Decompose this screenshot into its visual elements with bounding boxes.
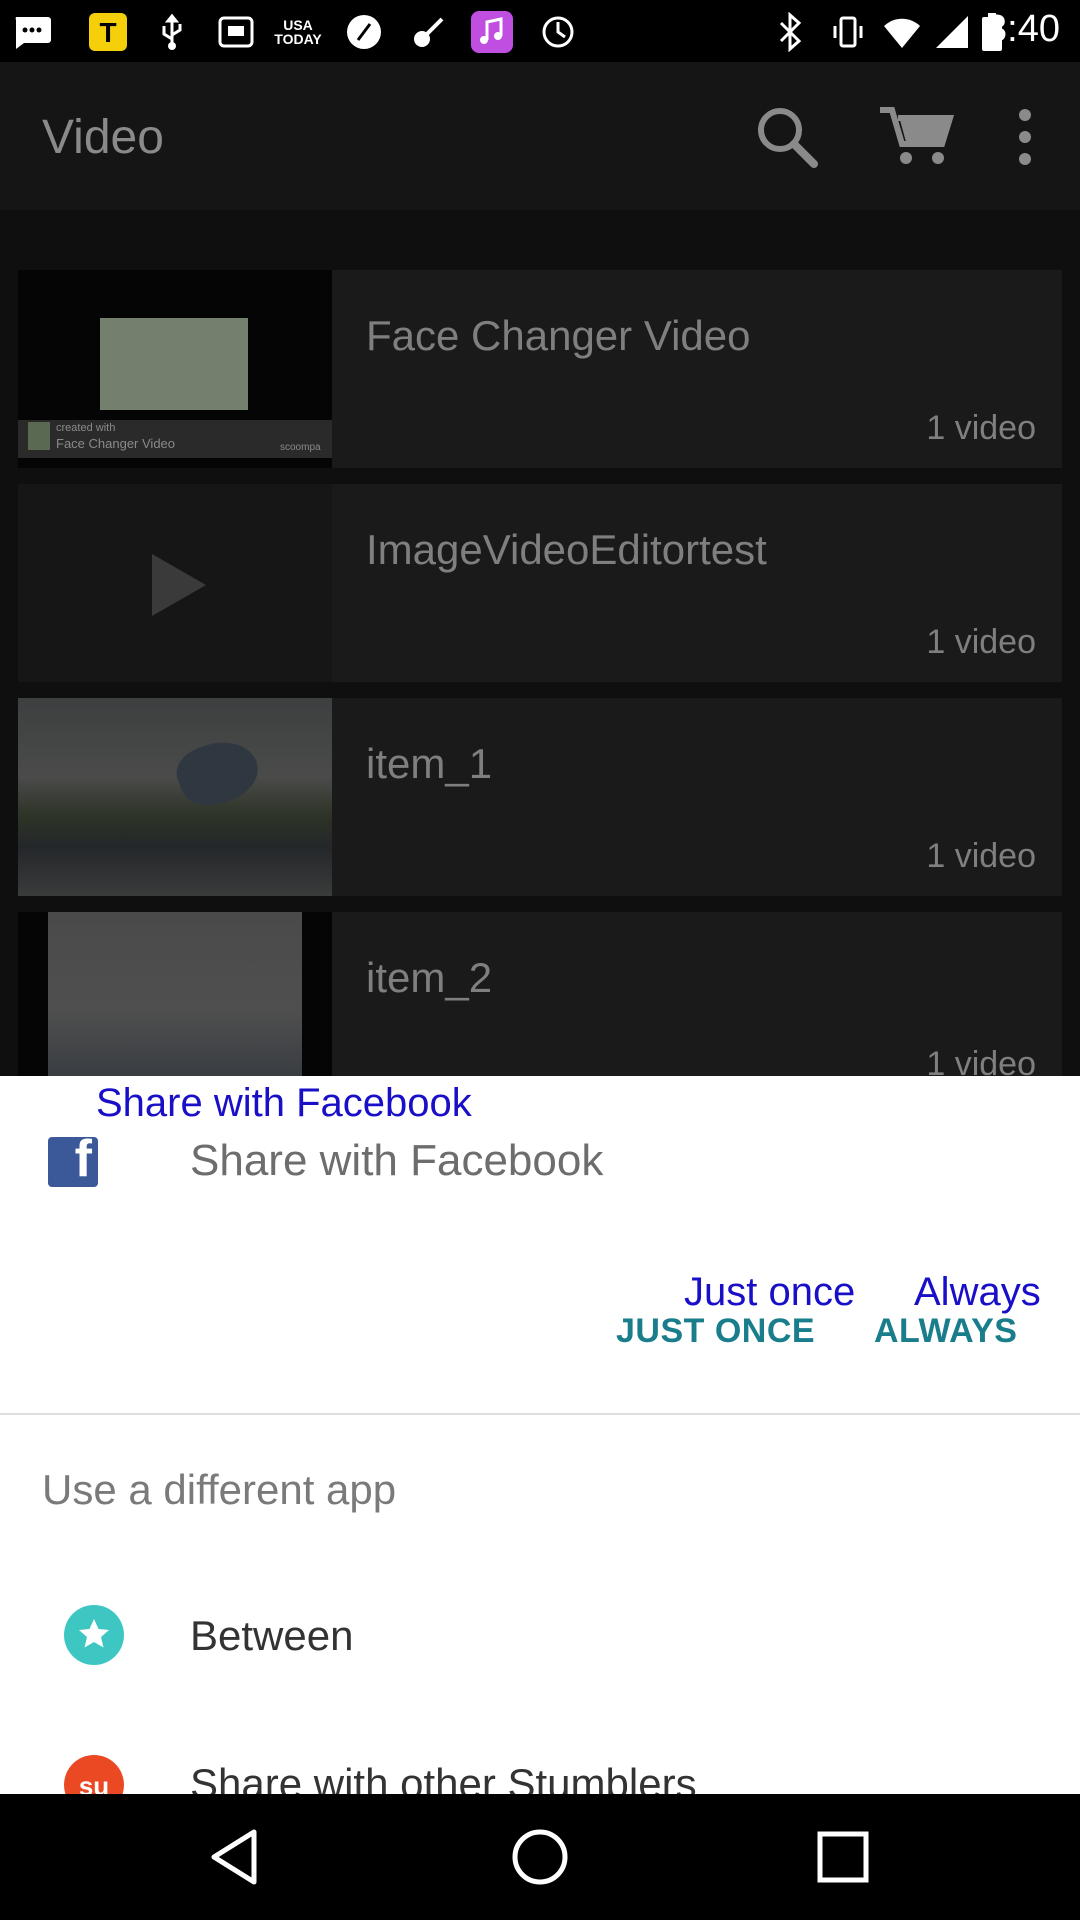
search-icon[interactable] — [752, 102, 822, 172]
vibrate-icon — [826, 10, 870, 54]
app-option-label: Share with other Stumblers — [190, 1760, 697, 1794]
album-card-item-1[interactable]: item_1 1 video — [18, 698, 1062, 896]
album-thumbnail — [18, 484, 332, 682]
app-option-stumbleupon[interactable]: su Share with other Stumblers — [0, 1710, 1080, 1794]
different-app-header: Use a different app — [42, 1466, 397, 1513]
always-button[interactable]: ALWAYS — [874, 1312, 1017, 1351]
stumbleupon-icon: su — [64, 1755, 124, 1794]
navigation-bar — [0, 1794, 1080, 1920]
guitar-icon — [406, 10, 450, 54]
phone-icon — [214, 10, 258, 54]
cart-icon[interactable] — [876, 102, 956, 172]
album-card-imagevideoeditortest[interactable]: ImageVideoEditortest 1 video — [18, 484, 1062, 682]
share-bottom-sheet: Share with Facebook f Share with Faceboo… — [0, 1076, 1080, 1794]
album-card-face-changer-video[interactable]: created with Face Changer Video scoompa … — [18, 270, 1062, 468]
thumbnail-caption: created with — [56, 422, 116, 434]
album-thumbnail — [18, 698, 332, 896]
album-title: ImageVideoEditortest — [366, 526, 767, 573]
ghost-app-icon — [342, 10, 386, 54]
just-once-button[interactable]: JUST ONCE — [616, 1312, 815, 1351]
album-thumbnail — [18, 912, 332, 1076]
recents-icon[interactable] — [808, 1822, 878, 1892]
album-title: item_2 — [366, 954, 493, 1001]
svg-text:T: T — [99, 17, 116, 48]
status-bar: T USA TODAY 3:40 — [0, 0, 1080, 62]
thumbnail-image — [18, 698, 332, 896]
album-count: 1 video — [926, 409, 1036, 447]
album-count: 1 video — [926, 837, 1036, 875]
bluetooth-icon — [768, 10, 812, 54]
sync-icon — [536, 10, 580, 54]
facebook-icon: f — [48, 1130, 98, 1188]
back-icon[interactable] — [200, 1822, 270, 1892]
thumbnail-caption: scoompa — [280, 442, 321, 453]
page-title: Video — [42, 111, 164, 164]
signal-icon — [930, 10, 974, 54]
album-card-item-2[interactable]: item_2 1 video — [18, 912, 1062, 1083]
usb-icon — [150, 10, 194, 54]
album-list: created with Face Changer Video scoompa … — [0, 210, 1080, 1083]
messages-icon — [10, 10, 54, 54]
thumbnail-caption: Face Changer Video — [56, 436, 176, 451]
accessibility-overlay-label: Share with Facebook — [96, 1081, 472, 1125]
just-once-overlay-label: Just once — [684, 1270, 856, 1314]
more-vert-icon[interactable] — [1010, 102, 1040, 172]
home-icon[interactable] — [505, 1822, 575, 1892]
between-icon — [64, 1605, 124, 1665]
album-thumbnail: created with Face Changer Video scoompa — [18, 270, 332, 468]
t-app-icon: T — [86, 10, 130, 54]
app-option-between[interactable]: Between — [0, 1560, 1080, 1710]
play-icon — [152, 554, 206, 616]
music-icon — [470, 10, 514, 54]
thumbnail-image — [48, 912, 302, 1076]
album-count: 1 video — [926, 623, 1036, 661]
thumbnail-image — [100, 318, 248, 410]
album-title: item_1 — [366, 740, 493, 787]
wifi-icon — [880, 10, 924, 54]
face-changer-logo-icon — [28, 422, 50, 450]
app-option-label: Between — [190, 1612, 354, 1659]
always-overlay-label: Always — [914, 1270, 1041, 1314]
status-time: 3:40 — [986, 8, 1060, 50]
usa-today-icon: USA TODAY — [274, 17, 322, 47]
app-bar: Video — [0, 62, 1080, 210]
divider — [0, 1413, 1080, 1415]
svg-text:su: su — [79, 1771, 109, 1794]
share-target-title: Share with Facebook — [190, 1136, 604, 1185]
album-title: Face Changer Video — [366, 312, 751, 359]
